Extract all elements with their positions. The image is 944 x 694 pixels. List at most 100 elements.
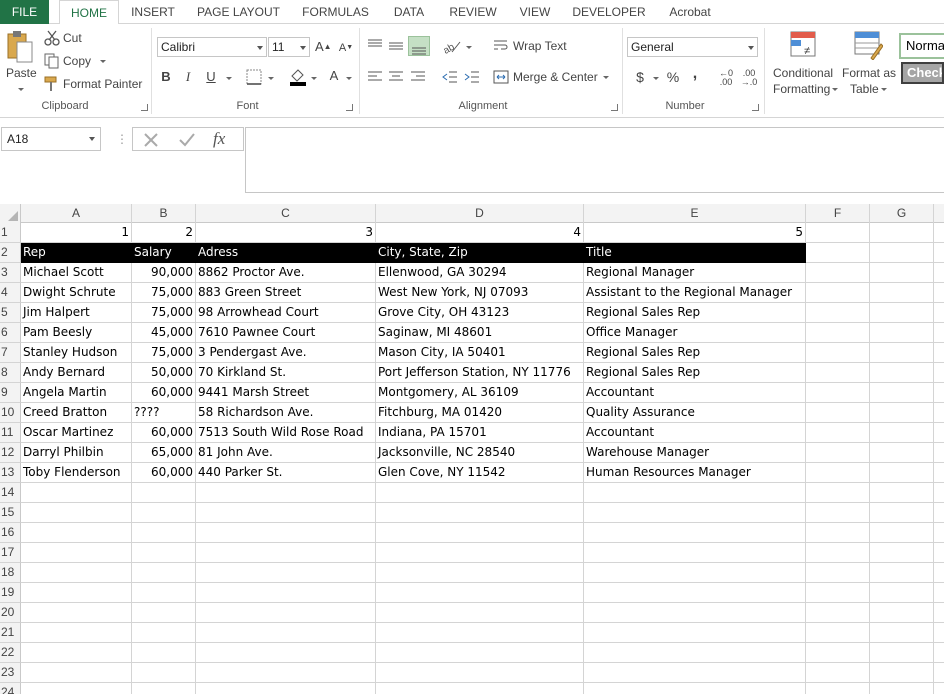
decrease-decimal-button[interactable]: .00 →.0	[739, 69, 759, 87]
cell[interactable]: 45,000	[132, 323, 196, 343]
cell[interactable]: 5	[584, 223, 806, 243]
cell[interactable]	[934, 503, 944, 523]
cell[interactable]	[376, 583, 584, 603]
cell[interactable]: Dwight Schrute	[21, 283, 132, 303]
row-header[interactable]: 5	[0, 303, 21, 323]
row-header[interactable]: 23	[0, 663, 21, 683]
cell[interactable]	[196, 583, 376, 603]
cell[interactable]: Toby Flenderson	[21, 463, 132, 483]
cell[interactable]	[870, 423, 934, 443]
cell[interactable]	[806, 643, 870, 663]
cell[interactable]: Andy Bernard	[21, 363, 132, 383]
row-header[interactable]: 9	[0, 383, 21, 403]
cell[interactable]: Regional Manager	[584, 263, 806, 283]
cell[interactable]	[806, 683, 870, 694]
cell[interactable]	[196, 523, 376, 543]
cell[interactable]: Jacksonville, NC 28540	[376, 443, 584, 463]
merge-center-dropdown-icon[interactable]	[603, 76, 609, 79]
cancel-icon[interactable]	[142, 131, 160, 149]
cell[interactable]: 75,000	[132, 303, 196, 323]
cell[interactable]: Regional Sales Rep	[584, 363, 806, 383]
cell[interactable]	[806, 423, 870, 443]
cell[interactable]	[806, 583, 870, 603]
column-header-c[interactable]: C	[196, 204, 376, 223]
font-color-button[interactable]: A	[326, 67, 342, 85]
cell[interactable]: Pam Beesly	[21, 323, 132, 343]
cell[interactable]	[21, 583, 132, 603]
cell[interactable]: 75,000	[132, 343, 196, 363]
cell[interactable]	[870, 603, 934, 623]
font-name-select[interactable]: Calibri	[157, 37, 267, 57]
align-middle-icon[interactable]	[388, 38, 404, 54]
cell[interactable]	[196, 543, 376, 563]
cell[interactable]	[806, 443, 870, 463]
cell[interactable]	[934, 283, 944, 303]
cell[interactable]	[934, 343, 944, 363]
cell[interactable]	[806, 303, 870, 323]
cell[interactable]	[806, 463, 870, 483]
tab-data[interactable]: DATA	[387, 0, 431, 24]
font-size-select[interactable]: 11	[268, 37, 310, 57]
row-header[interactable]: 20	[0, 603, 21, 623]
cell[interactable]	[870, 223, 934, 243]
cell[interactable]: West New York, NJ 07093	[376, 283, 584, 303]
cell[interactable]	[870, 363, 934, 383]
format-as-table-dropdown-icon[interactable]	[881, 88, 887, 91]
cell[interactable]	[584, 583, 806, 603]
cell[interactable]: Michael Scott	[21, 263, 132, 283]
cell[interactable]: 7513 South Wild Rose Road	[196, 423, 376, 443]
row-header[interactable]: 3	[0, 263, 21, 283]
cell[interactable]: City, State, Zip	[376, 243, 584, 263]
cell[interactable]	[806, 403, 870, 423]
cell[interactable]	[132, 563, 196, 583]
number-launcher-icon[interactable]	[752, 104, 759, 111]
currency-button[interactable]: $	[632, 68, 648, 86]
cell[interactable]: Office Manager	[584, 323, 806, 343]
cell[interactable]	[806, 263, 870, 283]
cell[interactable]	[870, 383, 934, 403]
cell[interactable]	[870, 623, 934, 643]
cell[interactable]	[132, 503, 196, 523]
cell[interactable]	[376, 523, 584, 543]
cell[interactable]	[806, 323, 870, 343]
cell[interactable]	[584, 683, 806, 694]
cell[interactable]	[870, 663, 934, 683]
cell[interactable]: Rep	[21, 243, 132, 263]
cell[interactable]	[132, 603, 196, 623]
underline-dropdown-icon[interactable]	[226, 77, 232, 80]
cut-button[interactable]: Cut	[44, 28, 94, 48]
cell[interactable]	[934, 603, 944, 623]
cell[interactable]	[934, 523, 944, 543]
row-header[interactable]: 15	[0, 503, 21, 523]
cell[interactable]: 70 Kirkland St.	[196, 363, 376, 383]
cell[interactable]	[934, 263, 944, 283]
conditional-formatting-dropdown-icon[interactable]	[832, 88, 838, 91]
cell[interactable]: 440 Parker St.	[196, 463, 376, 483]
row-header[interactable]: 19	[0, 583, 21, 603]
borders-icon[interactable]	[246, 69, 262, 85]
row-header[interactable]: 7	[0, 343, 21, 363]
cell[interactable]	[806, 363, 870, 383]
cell[interactable]: Regional Sales Rep	[584, 303, 806, 323]
cell[interactable]: 3 Pendergast Ave.	[196, 343, 376, 363]
fill-color-icon[interactable]	[289, 68, 307, 86]
cell[interactable]	[584, 503, 806, 523]
cell[interactable]: Salary	[132, 243, 196, 263]
tab-insert[interactable]: INSERT	[127, 0, 179, 24]
cell[interactable]	[806, 603, 870, 623]
align-right-icon[interactable]	[410, 69, 426, 85]
cell[interactable]	[196, 563, 376, 583]
cell[interactable]	[132, 583, 196, 603]
cell[interactable]	[21, 563, 132, 583]
tab-view[interactable]: VIEW	[515, 0, 555, 24]
cell[interactable]	[376, 643, 584, 663]
cell[interactable]	[870, 503, 934, 523]
cell[interactable]	[870, 463, 934, 483]
cell[interactable]	[934, 583, 944, 603]
copy-button[interactable]: Copy	[44, 51, 110, 71]
cell[interactable]	[806, 243, 870, 263]
cell[interactable]: Angela Martin	[21, 383, 132, 403]
row-header[interactable]: 24	[0, 683, 21, 694]
cell[interactable]	[376, 503, 584, 523]
italic-button[interactable]: I	[180, 68, 196, 86]
